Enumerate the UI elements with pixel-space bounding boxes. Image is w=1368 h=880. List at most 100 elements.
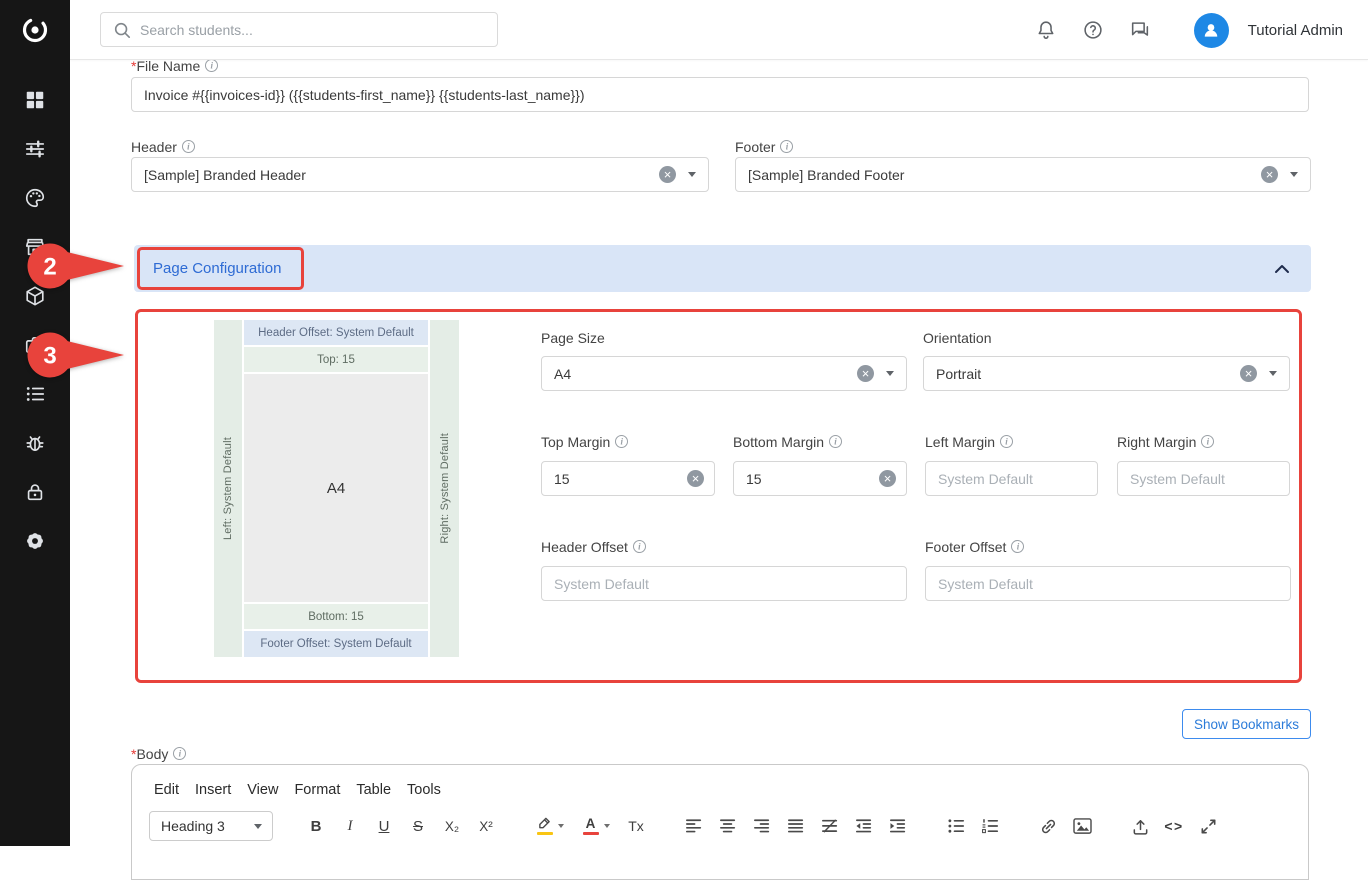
text-color-icon: A (583, 817, 599, 836)
top-margin-field[interactable] (541, 461, 715, 496)
notifications-button[interactable] (1023, 0, 1070, 60)
image-button[interactable] (1065, 811, 1099, 841)
align-left-button[interactable] (677, 811, 711, 841)
sliders-icon (24, 138, 46, 160)
link-button[interactable] (1031, 811, 1065, 841)
footer-select-value: [Sample] Branded Footer (748, 167, 1249, 183)
clear-icon[interactable] (659, 166, 676, 183)
lock-icon (24, 481, 46, 503)
subscript-button[interactable]: X₂ (435, 811, 469, 841)
top-margin-input[interactable] (554, 471, 679, 487)
underline-button[interactable]: U (367, 811, 401, 841)
annotation-badge-2: 2 (27, 243, 127, 289)
menu-edit[interactable]: Edit (154, 782, 179, 798)
annotation-badge-3: 3 (27, 332, 127, 378)
menu-table[interactable]: Table (356, 782, 391, 798)
sidebar-item-debug[interactable] (0, 418, 70, 467)
sidebar-item-security[interactable] (0, 467, 70, 516)
left-margin-label: Left Margin (925, 433, 1013, 450)
preview-header-offset: Header Offset: System Default (244, 320, 428, 345)
svg-text:2: 2 (43, 254, 56, 281)
header-select-value: [Sample] Branded Header (144, 167, 647, 183)
bottom-margin-field[interactable] (733, 461, 907, 496)
left-margin-input[interactable] (925, 461, 1098, 496)
link-icon (1039, 817, 1058, 836)
orientation-select[interactable]: Portrait (923, 356, 1290, 391)
search-box[interactable] (100, 12, 498, 47)
align-right-button[interactable] (745, 811, 779, 841)
footer-select[interactable]: [Sample] Branded Footer (735, 157, 1311, 192)
chevron-up-icon[interactable] (1274, 264, 1290, 274)
align-none-button[interactable] (813, 811, 847, 841)
footer-offset-input[interactable] (925, 566, 1291, 601)
chevron-down-icon[interactable] (886, 371, 894, 376)
sidebar-item-branding[interactable] (0, 173, 70, 222)
clear-icon[interactable] (1261, 166, 1278, 183)
clear-icon[interactable] (857, 365, 874, 382)
person-icon (1201, 20, 1221, 40)
bottom-margin-input[interactable] (746, 471, 871, 487)
chevron-down-icon[interactable] (1290, 172, 1298, 177)
chat-button[interactable] (1117, 0, 1164, 60)
info-icon (1000, 435, 1013, 448)
outdent-button[interactable] (847, 811, 881, 841)
strikethrough-button[interactable]: S (401, 811, 435, 841)
align-center-button[interactable] (711, 811, 745, 841)
orientation-value: Portrait (936, 366, 1228, 382)
menu-view[interactable]: View (247, 782, 278, 798)
search-icon (113, 21, 131, 39)
chevron-down-icon[interactable] (1269, 371, 1277, 376)
header-offset-input[interactable] (541, 566, 907, 601)
chevron-down-icon (558, 824, 564, 828)
clear-icon[interactable] (879, 470, 896, 487)
numbered-list-button[interactable] (973, 811, 1007, 841)
superscript-button[interactable]: X² (469, 811, 503, 841)
clear-icon[interactable] (1240, 365, 1257, 382)
source-code-button[interactable]: <> (1157, 811, 1191, 841)
avatar[interactable] (1194, 13, 1229, 48)
sidebar-nav (0, 75, 70, 565)
clear-formatting-button[interactable]: Tx (619, 811, 653, 841)
user-name[interactable]: Tutorial Admin (1248, 22, 1343, 39)
text-color-button[interactable]: A (573, 811, 619, 841)
header-select[interactable]: [Sample] Branded Header (131, 157, 709, 192)
bold-button[interactable]: B (299, 811, 333, 841)
upload-button[interactable] (1123, 811, 1157, 841)
right-margin-input[interactable] (1117, 461, 1290, 496)
info-icon (633, 540, 646, 553)
menu-format[interactable]: Format (294, 782, 340, 798)
sidebar-item-settings-sliders[interactable] (0, 124, 70, 173)
highlight-color-button[interactable] (527, 811, 573, 841)
indent-button[interactable] (881, 811, 915, 841)
right-margin-label: Right Margin (1117, 433, 1214, 450)
topbar-actions: Tutorial Admin (1023, 0, 1368, 60)
chevron-down-icon[interactable] (688, 172, 696, 177)
logo-icon (20, 15, 50, 45)
menu-tools[interactable]: Tools (407, 782, 441, 798)
italic-button[interactable]: I (333, 811, 367, 841)
search-input[interactable] (140, 22, 485, 38)
page-configuration-header[interactable]: Page Configuration (134, 245, 1311, 292)
top-margin-label: Top Margin (541, 433, 628, 450)
align-justify-button[interactable] (779, 811, 813, 841)
info-icon (829, 435, 842, 448)
highlighter-icon (536, 817, 553, 835)
preview-top-margin: Top: 15 (244, 347, 428, 372)
help-button[interactable] (1070, 0, 1117, 60)
file-name-input[interactable] (131, 77, 1309, 112)
bullet-list-button[interactable] (939, 811, 973, 841)
show-bookmarks-button[interactable]: Show Bookmarks (1182, 709, 1311, 739)
menu-insert[interactable]: Insert (195, 782, 231, 798)
sidebar-item-dashboard[interactable] (0, 75, 70, 124)
sidebar-item-settings[interactable] (0, 516, 70, 565)
clear-icon[interactable] (687, 470, 704, 487)
page-size-select[interactable]: A4 (541, 356, 907, 391)
page-size-value: A4 (554, 366, 845, 382)
align-justify-icon (788, 818, 805, 834)
footer-offset-label: Footer Offset (925, 538, 1024, 555)
format-select-value: Heading 3 (161, 818, 225, 834)
sidebar (0, 0, 70, 846)
format-select[interactable]: Heading 3 (149, 811, 273, 841)
fullscreen-button[interactable] (1191, 811, 1225, 841)
app-logo[interactable] (0, 0, 70, 60)
